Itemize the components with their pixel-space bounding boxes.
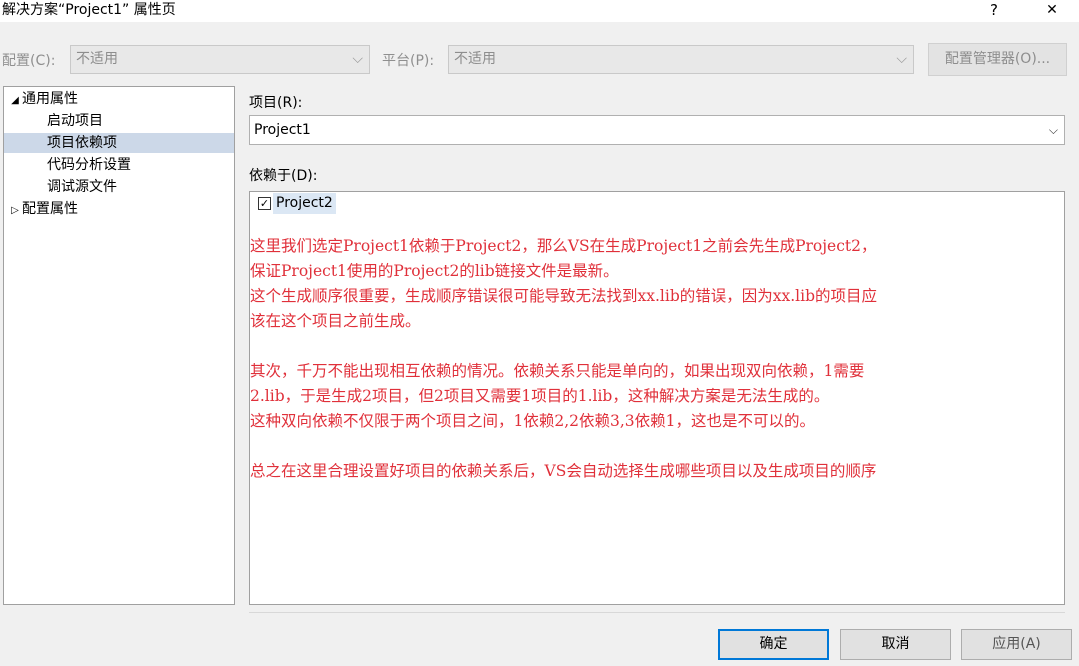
window-title: 解决方案“Project1” 属性页 bbox=[2, 2, 176, 18]
ok-button[interactable]: 确定 bbox=[718, 629, 829, 660]
tree-item-code-analysis[interactable]: 代码分析设置 bbox=[47, 155, 131, 175]
config-manager-button: 配置管理器(O)... bbox=[928, 43, 1067, 76]
collapsed-triangle-icon[interactable]: ▷ bbox=[8, 201, 22, 221]
tree-item-project-dependencies[interactable]: 项目依赖项 bbox=[4, 133, 234, 153]
project-value: Project1 bbox=[254, 122, 311, 138]
note-line: 其次，千万不能出现相互依赖的情况。依赖关系只能是单向的，如果出现双向依赖，1需要 bbox=[250, 362, 865, 380]
chevron-down-icon: ⌵ bbox=[352, 51, 363, 67]
tree-item-label: 通用属性 bbox=[22, 91, 78, 107]
tree-item-debug-source[interactable]: 调试源文件 bbox=[47, 177, 117, 197]
expanded-triangle-icon[interactable]: ◢ bbox=[8, 91, 22, 111]
tree-item-common-properties[interactable]: ◢ 通用属性 bbox=[8, 89, 234, 109]
close-icon[interactable]: ✕ bbox=[1040, 0, 1064, 22]
note-line: 保证Project1使用的Project2的lib链接文件是最新。 bbox=[250, 262, 619, 280]
chevron-down-icon[interactable]: ⌵ bbox=[1049, 116, 1058, 144]
platform-combo: 不适用 ⌵ bbox=[448, 45, 914, 74]
platform-value: 不适用 bbox=[454, 51, 496, 67]
config-value: 不适用 bbox=[76, 51, 118, 67]
config-label: 配置(C): bbox=[2, 53, 56, 69]
note-line: 该在这个项目之前生成。 bbox=[250, 312, 421, 330]
tree-item-startup-project[interactable]: 启动项目 bbox=[47, 111, 103, 131]
help-button[interactable]: ? bbox=[982, 0, 1006, 21]
project-select[interactable]: Project1 ⌵ bbox=[249, 115, 1065, 145]
tree-item-config-properties[interactable]: ▷ 配置属性 bbox=[8, 199, 234, 219]
divider bbox=[249, 612, 1065, 613]
tree-item-label: 配置属性 bbox=[22, 201, 78, 217]
property-tree[interactable]: ◢ 通用属性 启动项目 项目依赖项 代码分析设置 调试源文件 ▷ 配置属性 bbox=[3, 86, 235, 605]
config-combo: 不适用 ⌵ bbox=[70, 45, 370, 74]
project-label: 项目(R): bbox=[249, 95, 303, 111]
note-line: 总之在这里合理设置好项目的依赖关系后，VS会自动选择生成哪些项目以及生成项目的顺… bbox=[250, 462, 877, 480]
cancel-button[interactable]: 取消 bbox=[840, 629, 951, 660]
note-line: 这里我们选定Project1依赖于Project2，那么VS在生成Project… bbox=[250, 237, 877, 255]
project2-checkbox[interactable]: ✓ bbox=[258, 197, 271, 210]
chevron-down-icon: ⌵ bbox=[896, 51, 907, 67]
apply-button[interactable]: 应用(A) bbox=[961, 629, 1072, 660]
project2-label[interactable]: Project2 bbox=[273, 193, 336, 214]
platform-label: 平台(P): bbox=[382, 53, 435, 69]
note-line: 2.lib，于是生成2项目，但2项目又需要1项目的1.lib，这种解决方案是无法… bbox=[250, 387, 830, 405]
depends-on-label: 依赖于(D): bbox=[249, 168, 318, 184]
note-line: 这个生成顺序很重要，生成顺序错误很可能导致无法找到xx.lib的错误，因为xx.… bbox=[250, 287, 877, 305]
note-line: 这种双向依赖不仅限于两个项目之间，1依赖2,2依赖3,3依赖1，这也是不可以的。 bbox=[250, 412, 816, 430]
